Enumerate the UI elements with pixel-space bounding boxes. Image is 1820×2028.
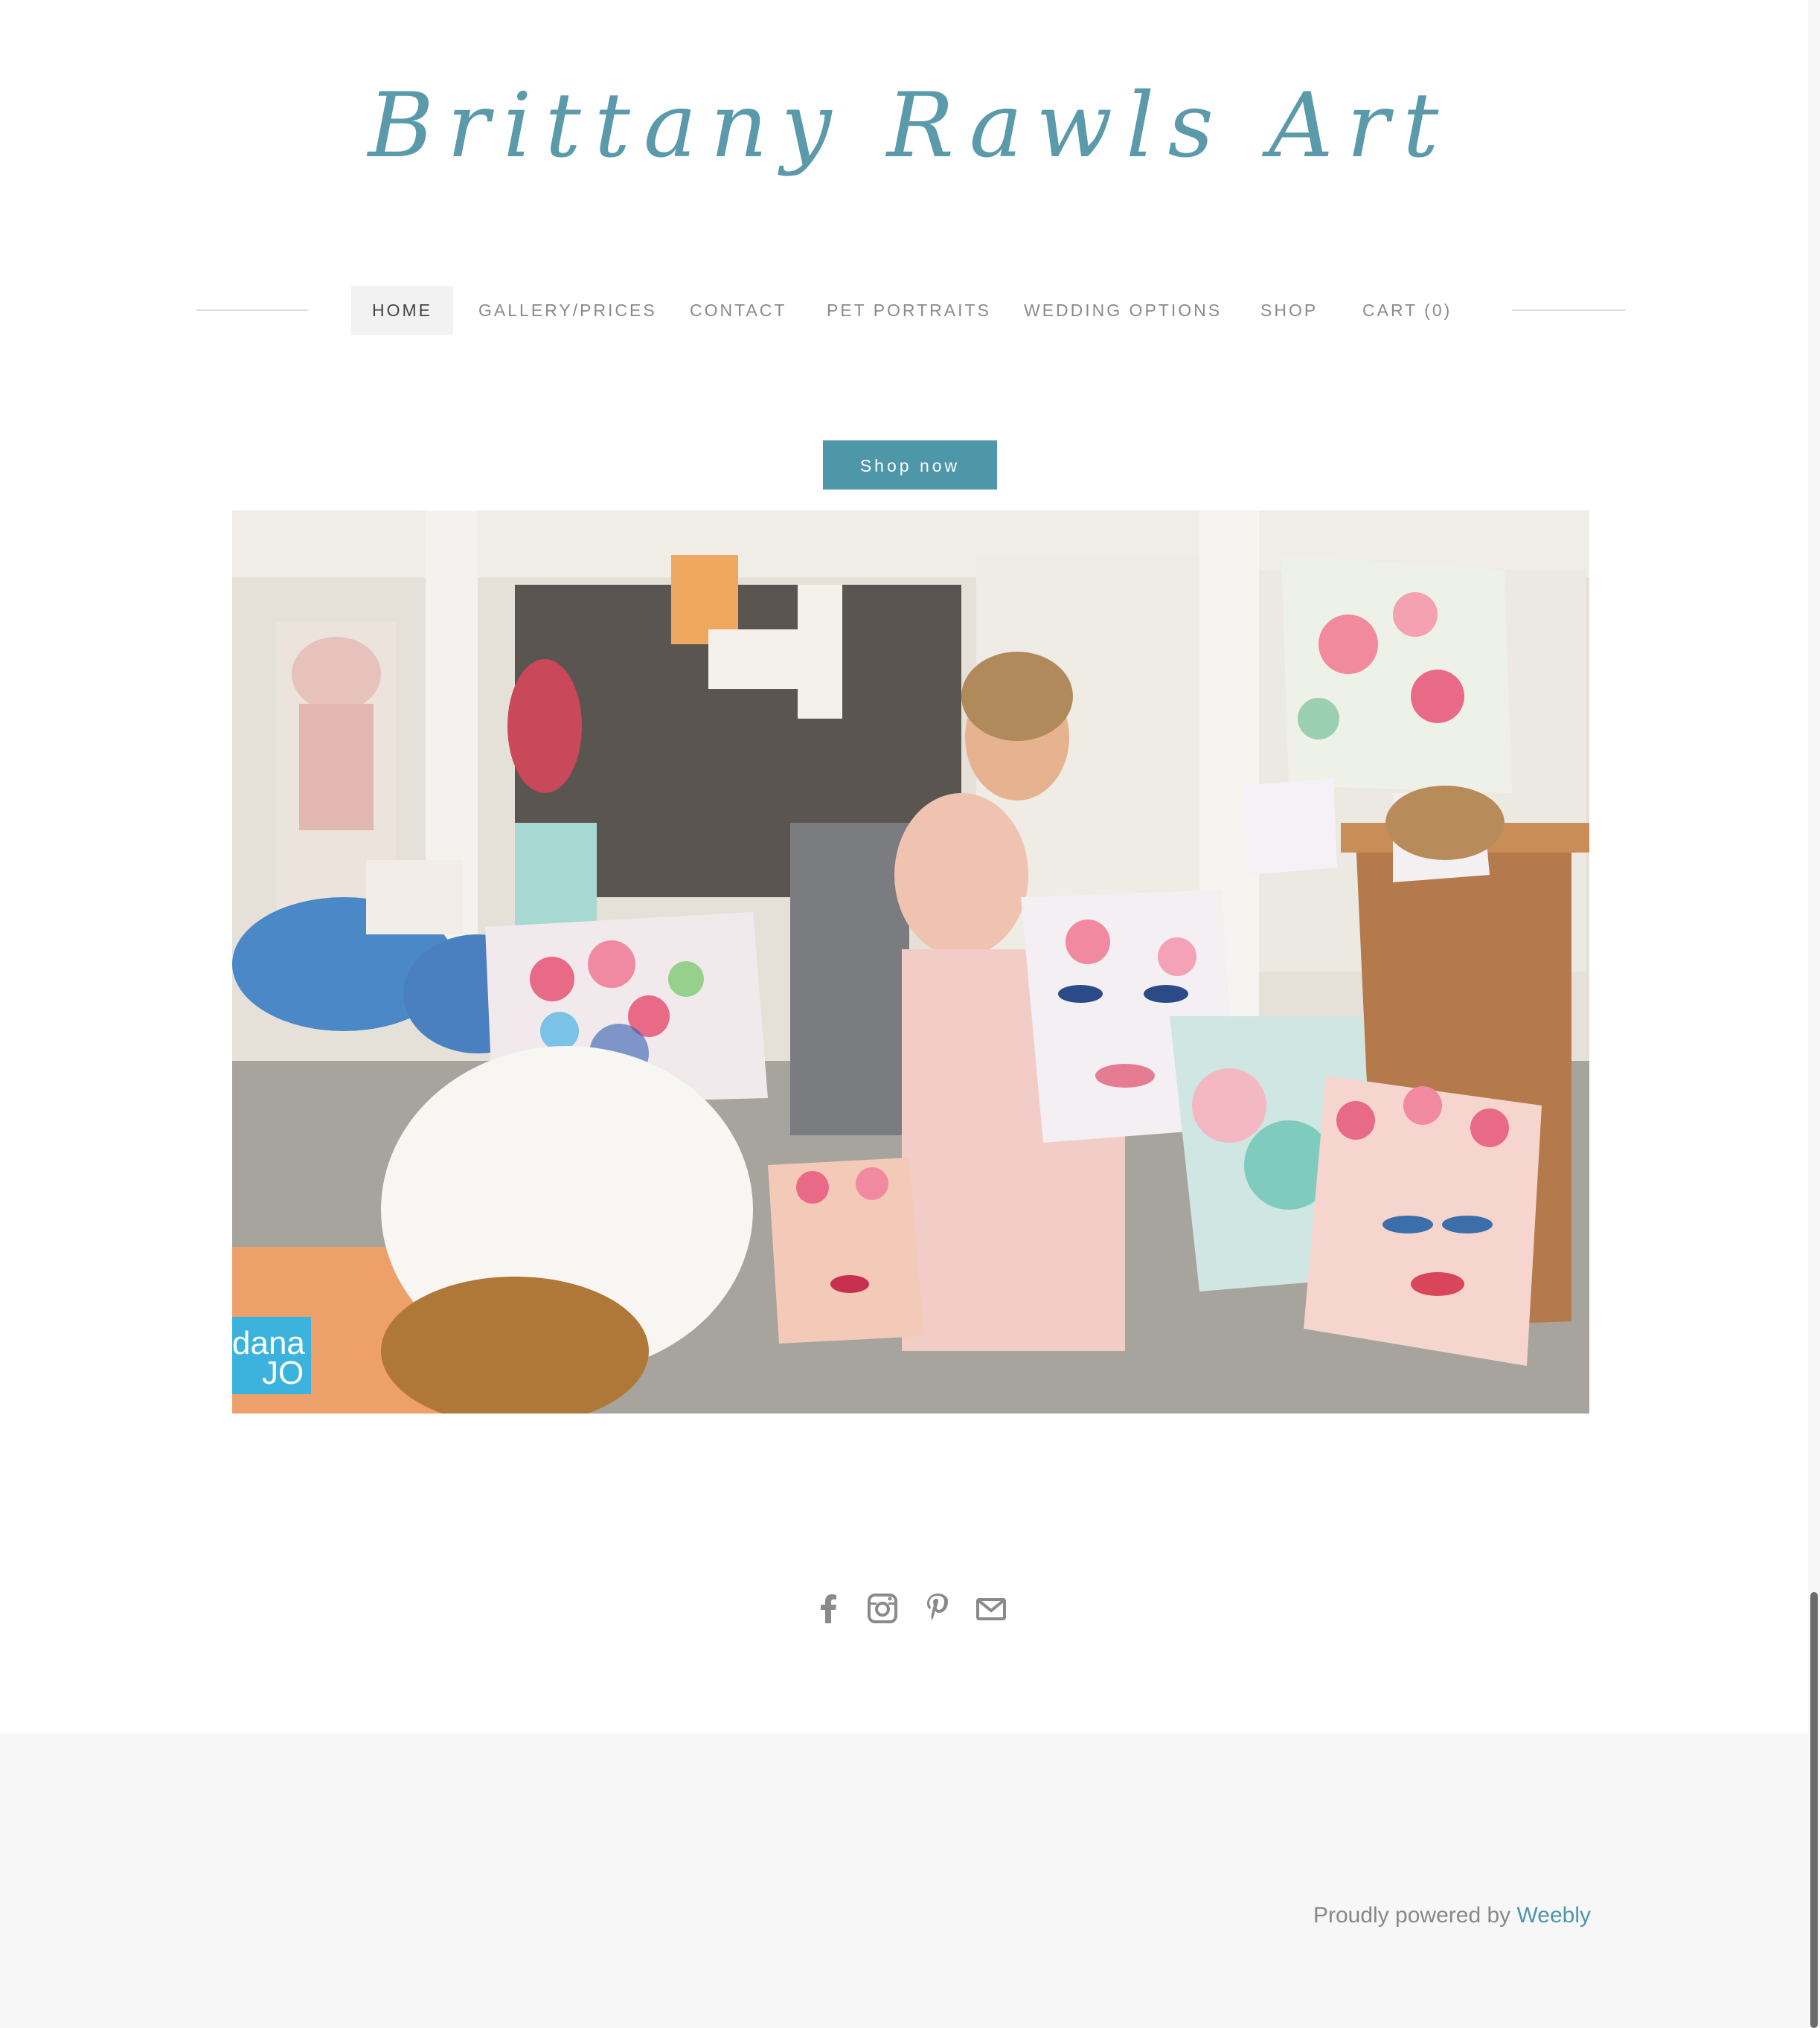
shop-now-button[interactable]: Shop now: [823, 440, 997, 490]
nav-item-cart[interactable]: CART (0): [1362, 286, 1452, 335]
site-title[interactable]: Brittany Rawls Art: [0, 74, 1820, 178]
nav-divider-left: [196, 309, 308, 311]
photo-watermark: dana JO: [232, 1317, 311, 1394]
footer: Proudly powered by Weebly: [0, 1733, 1808, 2028]
mail-icon[interactable]: [970, 1588, 1012, 1629]
instagram-icon[interactable]: [862, 1588, 903, 1629]
nav-item-wedding-options[interactable]: WEDDING OPTIONS: [1024, 286, 1222, 335]
main-nav: HOME GALLERY/PRICES CONTACT PET PORTRAIT…: [0, 284, 1820, 336]
watermark-line-2: JO: [262, 1355, 304, 1391]
powered-by-prefix: Proudly powered by: [1313, 1903, 1511, 1928]
watermark-line-1: dana: [232, 1325, 305, 1361]
scrollbar-thumb[interactable]: [1810, 1592, 1818, 2028]
social-links: [0, 1588, 1820, 1632]
powered-by-text: Proudly powered by Weebly: [1313, 1903, 1591, 1928]
nav-item-contact[interactable]: CONTACT: [690, 286, 786, 335]
nav-item-home[interactable]: HOME: [351, 286, 453, 335]
nav-item-gallery[interactable]: GALLERY/PRICES: [478, 286, 657, 335]
weebly-link[interactable]: Weebly: [1517, 1903, 1592, 1928]
facebook-icon[interactable]: [808, 1588, 850, 1629]
nav-divider-right: [1512, 309, 1625, 311]
nav-item-pet-portraits[interactable]: PET PORTRAITS: [827, 286, 991, 335]
nav-item-shop[interactable]: SHOP: [1260, 286, 1318, 335]
hero-photo-illustration: [232, 510, 1589, 1413]
page-scrollbar[interactable]: [1808, 0, 1820, 2028]
pinterest-icon[interactable]: [917, 1588, 958, 1629]
hero-image: dana JO: [232, 510, 1589, 1413]
